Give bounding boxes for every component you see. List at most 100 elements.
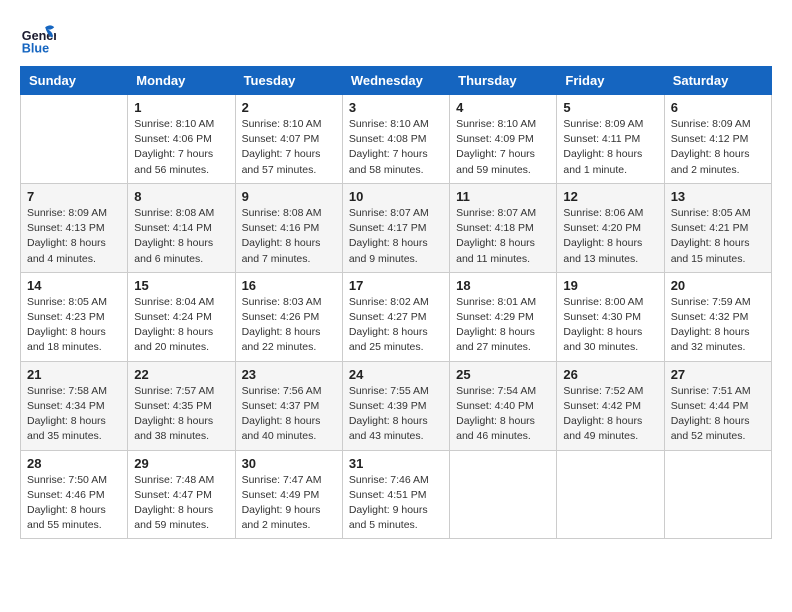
day-number: 1 — [134, 100, 228, 115]
day-number: 2 — [242, 100, 336, 115]
calendar-cell: 27 Sunrise: 7:51 AMSunset: 4:44 PMDayligh… — [664, 361, 771, 450]
day-info: Sunrise: 8:01 AMSunset: 4:29 PMDaylight:… — [456, 295, 550, 356]
day-number: 30 — [242, 456, 336, 471]
day-info: Sunrise: 8:04 AMSunset: 4:24 PMDaylight:… — [134, 295, 228, 356]
calendar-cell: 3 Sunrise: 8:10 AMSunset: 4:08 PMDaylight… — [342, 95, 449, 184]
day-number: 16 — [242, 278, 336, 293]
day-number: 25 — [456, 367, 550, 382]
day-info: Sunrise: 7:57 AMSunset: 4:35 PMDaylight:… — [134, 384, 228, 445]
column-header-friday: Friday — [557, 67, 664, 95]
day-info: Sunrise: 8:09 AMSunset: 4:11 PMDaylight:… — [563, 117, 657, 178]
column-header-saturday: Saturday — [664, 67, 771, 95]
calendar-cell: 30 Sunrise: 7:47 AMSunset: 4:49 PMDayligh… — [235, 450, 342, 539]
day-number: 22 — [134, 367, 228, 382]
calendar-cell: 8Sunrise: 8:08 AMSunset: 4:14 PMDaylight… — [128, 183, 235, 272]
calendar-cell: 28 Sunrise: 7:50 AMSunset: 4:46 PMDayligh… — [21, 450, 128, 539]
calendar-cell: 25 Sunrise: 7:54 AMSunset: 4:40 PMDayligh… — [450, 361, 557, 450]
calendar-cell: 18 Sunrise: 8:01 AMSunset: 4:29 PMDayligh… — [450, 272, 557, 361]
day-info: Sunrise: 8:09 AMSunset: 4:12 PMDaylight:… — [671, 117, 765, 178]
day-info: Sunrise: 7:50 AMSunset: 4:46 PMDaylight:… — [27, 473, 121, 534]
day-info: Sunrise: 8:03 AMSunset: 4:26 PMDaylight:… — [242, 295, 336, 356]
calendar-cell: 21 Sunrise: 7:58 AMSunset: 4:34 PMDayligh… — [21, 361, 128, 450]
calendar-cell: 22 Sunrise: 7:57 AMSunset: 4:35 PMDayligh… — [128, 361, 235, 450]
calendar-cell: 23 Sunrise: 7:56 AMSunset: 4:37 PMDayligh… — [235, 361, 342, 450]
calendar-cell: 11 Sunrise: 8:07 AMSunset: 4:18 PMDayligh… — [450, 183, 557, 272]
day-number: 9 — [242, 189, 336, 204]
calendar-cell: 2 Sunrise: 8:10 AMSunset: 4:07 PMDaylight… — [235, 95, 342, 184]
day-info: Sunrise: 8:10 AMSunset: 4:08 PMDaylight:… — [349, 117, 443, 178]
calendar-cell: 20 Sunrise: 7:59 AMSunset: 4:32 PMDayligh… — [664, 272, 771, 361]
column-header-monday: Monday — [128, 67, 235, 95]
day-number: 4 — [456, 100, 550, 115]
calendar-week-2: 7Sunrise: 8:09 AMSunset: 4:13 PMDaylight… — [21, 183, 772, 272]
calendar-cell: 31Sunrise: 7:46 AMSunset: 4:51 PMDayligh… — [342, 450, 449, 539]
calendar-cell: 16 Sunrise: 8:03 AMSunset: 4:26 PMDayligh… — [235, 272, 342, 361]
day-number: 31 — [349, 456, 443, 471]
day-info: Sunrise: 7:59 AMSunset: 4:32 PMDaylight:… — [671, 295, 765, 356]
day-info: Sunrise: 8:07 AMSunset: 4:18 PMDaylight:… — [456, 206, 550, 267]
calendar-cell: 29Sunrise: 7:48 AMSunset: 4:47 PMDayligh… — [128, 450, 235, 539]
day-info: Sunrise: 8:10 AMSunset: 4:06 PMDaylight:… — [134, 117, 228, 178]
calendar-cell — [557, 450, 664, 539]
calendar-cell: 17 Sunrise: 8:02 AMSunset: 4:27 PMDayligh… — [342, 272, 449, 361]
day-info: Sunrise: 7:55 AMSunset: 4:39 PMDaylight:… — [349, 384, 443, 445]
day-number: 12 — [563, 189, 657, 204]
day-info: Sunrise: 7:58 AMSunset: 4:34 PMDaylight:… — [27, 384, 121, 445]
day-info: Sunrise: 8:08 AMSunset: 4:14 PMDaylight:… — [134, 206, 228, 267]
day-number: 21 — [27, 367, 121, 382]
day-number: 13 — [671, 189, 765, 204]
day-info: Sunrise: 7:54 AMSunset: 4:40 PMDaylight:… — [456, 384, 550, 445]
header: General Blue — [20, 20, 772, 56]
calendar-cell: 12 Sunrise: 8:06 AMSunset: 4:20 PMDayligh… — [557, 183, 664, 272]
day-info: Sunrise: 8:10 AMSunset: 4:09 PMDaylight:… — [456, 117, 550, 178]
day-number: 24 — [349, 367, 443, 382]
column-header-wednesday: Wednesday — [342, 67, 449, 95]
calendar-cell: 1 Sunrise: 8:10 AMSunset: 4:06 PMDaylight… — [128, 95, 235, 184]
day-info: Sunrise: 7:56 AMSunset: 4:37 PMDaylight:… — [242, 384, 336, 445]
calendar-cell: 4 Sunrise: 8:10 AMSunset: 4:09 PMDaylight… — [450, 95, 557, 184]
day-number: 27 — [671, 367, 765, 382]
day-info: Sunrise: 8:07 AMSunset: 4:17 PMDaylight:… — [349, 206, 443, 267]
calendar-cell: 26Sunrise: 7:52 AMSunset: 4:42 PMDayligh… — [557, 361, 664, 450]
day-number: 20 — [671, 278, 765, 293]
day-number: 10 — [349, 189, 443, 204]
calendar-cell: 13 Sunrise: 8:05 AMSunset: 4:21 PMDayligh… — [664, 183, 771, 272]
calendar-cell: 5 Sunrise: 8:09 AMSunset: 4:11 PMDaylight… — [557, 95, 664, 184]
day-number: 18 — [456, 278, 550, 293]
day-info: Sunrise: 8:06 AMSunset: 4:20 PMDaylight:… — [563, 206, 657, 267]
day-number: 11 — [456, 189, 550, 204]
day-number: 5 — [563, 100, 657, 115]
day-info: Sunrise: 8:10 AMSunset: 4:07 PMDaylight:… — [242, 117, 336, 178]
day-info: Sunrise: 8:08 AMSunset: 4:16 PMDaylight:… — [242, 206, 336, 267]
calendar-cell: 6 Sunrise: 8:09 AMSunset: 4:12 PMDaylight… — [664, 95, 771, 184]
day-number: 6 — [671, 100, 765, 115]
calendar-cell: 24 Sunrise: 7:55 AMSunset: 4:39 PMDayligh… — [342, 361, 449, 450]
calendar-header-row: SundayMondayTuesdayWednesdayThursdayFrid… — [21, 67, 772, 95]
column-header-tuesday: Tuesday — [235, 67, 342, 95]
day-number: 17 — [349, 278, 443, 293]
column-header-sunday: Sunday — [21, 67, 128, 95]
calendar-cell: 19 Sunrise: 8:00 AMSunset: 4:30 PMDayligh… — [557, 272, 664, 361]
day-number: 19 — [563, 278, 657, 293]
calendar-table: SundayMondayTuesdayWednesdayThursdayFrid… — [20, 66, 772, 539]
day-info: Sunrise: 7:47 AMSunset: 4:49 PMDaylight:… — [242, 473, 336, 534]
day-info: Sunrise: 8:05 AMSunset: 4:21 PMDaylight:… — [671, 206, 765, 267]
day-info: Sunrise: 8:09 AMSunset: 4:13 PMDaylight:… — [27, 206, 121, 267]
calendar-cell — [664, 450, 771, 539]
calendar-week-4: 21 Sunrise: 7:58 AMSunset: 4:34 PMDayligh… — [21, 361, 772, 450]
calendar-cell — [21, 95, 128, 184]
day-number: 23 — [242, 367, 336, 382]
svg-text:Blue: Blue — [22, 41, 49, 55]
day-info: Sunrise: 7:52 AMSunset: 4:42 PMDaylight:… — [563, 384, 657, 445]
day-info: Sunrise: 8:02 AMSunset: 4:27 PMDaylight:… — [349, 295, 443, 356]
calendar-week-1: 1 Sunrise: 8:10 AMSunset: 4:06 PMDaylight… — [21, 95, 772, 184]
calendar-cell — [450, 450, 557, 539]
day-info: Sunrise: 7:51 AMSunset: 4:44 PMDaylight:… — [671, 384, 765, 445]
day-info: Sunrise: 8:00 AMSunset: 4:30 PMDaylight:… — [563, 295, 657, 356]
calendar-cell: 7Sunrise: 8:09 AMSunset: 4:13 PMDaylight… — [21, 183, 128, 272]
day-number: 29 — [134, 456, 228, 471]
day-number: 28 — [27, 456, 121, 471]
day-number: 3 — [349, 100, 443, 115]
calendar-cell: 9 Sunrise: 8:08 AMSunset: 4:16 PMDaylight… — [235, 183, 342, 272]
calendar-cell: 15Sunrise: 8:04 AMSunset: 4:24 PMDayligh… — [128, 272, 235, 361]
